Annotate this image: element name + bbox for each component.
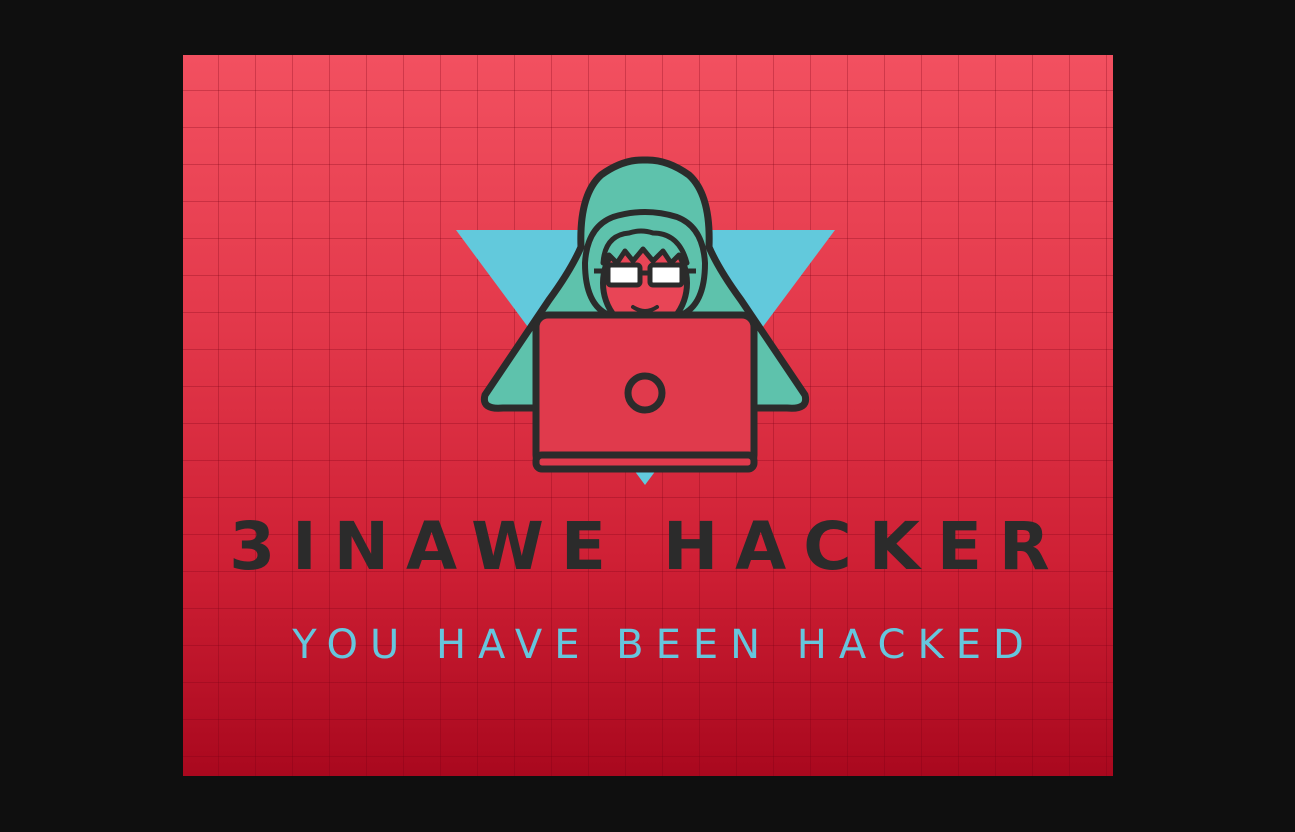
image-tagline: YOU HAVE BEEN HACKED	[292, 622, 1036, 668]
image-title: 3INAWE HACKER	[229, 508, 1067, 585]
hacker-image: 3INAWE HACKER YOU HAVE BEEN HACKED	[183, 55, 1113, 776]
hooded-hacker-laptop-icon	[456, 156, 835, 485]
image-viewer: 3INAWE HACKER YOU HAVE BEEN HACKED	[0, 0, 1295, 832]
laptop-shape	[532, 311, 758, 471]
